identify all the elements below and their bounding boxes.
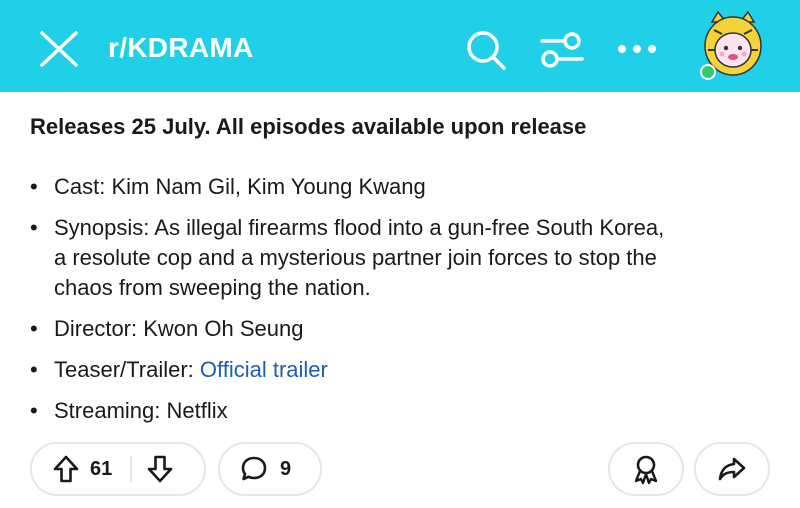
post-headline: Releases 25 July. All episodes available… <box>30 114 587 139</box>
cast-text: Cast: Kim Nam Gil, Kim Young Kwang <box>54 174 426 199</box>
list-item-streaming: • Streaming: Netflix <box>30 396 770 426</box>
vote-control: 61 <box>30 442 206 496</box>
synopsis-text-line2: a resolute cop and a mysterious partner … <box>54 245 657 270</box>
avatar-icon <box>700 10 762 80</box>
synopsis-text-line3: chaos from sweeping the nation. <box>54 275 371 300</box>
upvote-icon <box>53 455 79 483</box>
bullet: • <box>30 215 38 240</box>
official-trailer-link[interactable]: Official trailer <box>200 357 328 382</box>
bullet: • <box>30 316 38 341</box>
comments-button[interactable]: 9 <box>218 442 322 496</box>
list-item-synopsis: • Synopsis: As illegal firearms flood in… <box>30 213 770 303</box>
trailer-label: Teaser/Trailer: <box>54 357 200 382</box>
share-icon <box>718 457 746 481</box>
list-item-trailer: • Teaser/Trailer: Official trailer <box>30 355 770 385</box>
award-icon <box>634 455 658 485</box>
list-item-cast: • Cast: Kim Nam Gil, Kim Young Kwang <box>30 172 770 202</box>
synopsis-text-line1: Synopsis: As illegal firearms flood into… <box>54 215 665 240</box>
post-details-list: • Cast: Kim Nam Gil, Kim Young Kwang • S… <box>30 172 770 437</box>
downvote-button[interactable] <box>146 454 174 484</box>
top-bar: r/KDRAMA <box>0 0 800 92</box>
search-button[interactable] <box>462 26 510 74</box>
streaming-text: Streaming: Netflix <box>54 398 228 423</box>
share-button[interactable] <box>694 442 770 496</box>
upvote-count: 61 <box>90 457 113 480</box>
action-bar: 61 9 <box>0 442 800 502</box>
bullet: • <box>30 174 38 199</box>
director-text: Director: Kwon Oh Seung <box>54 316 304 341</box>
close-icon <box>40 31 78 67</box>
list-item-director: • Director: Kwon Oh Seung <box>30 314 770 344</box>
search-icon <box>467 31 506 70</box>
comment-icon <box>241 456 267 481</box>
more-options-button[interactable] <box>614 34 660 64</box>
bullet: • <box>30 398 38 423</box>
downvote-icon <box>147 455 173 483</box>
comment-count: 9 <box>280 457 292 480</box>
filter-icon <box>540 32 584 68</box>
close-button[interactable] <box>36 28 82 70</box>
upvote-button[interactable] <box>52 454 80 484</box>
filter-button[interactable] <box>538 28 586 72</box>
award-button[interactable] <box>608 442 684 496</box>
user-avatar[interactable] <box>694 10 772 84</box>
subreddit-title[interactable]: r/KDRAMA <box>108 32 254 64</box>
vote-divider <box>130 456 133 482</box>
more-icon <box>618 45 656 53</box>
bullet: • <box>30 357 38 382</box>
